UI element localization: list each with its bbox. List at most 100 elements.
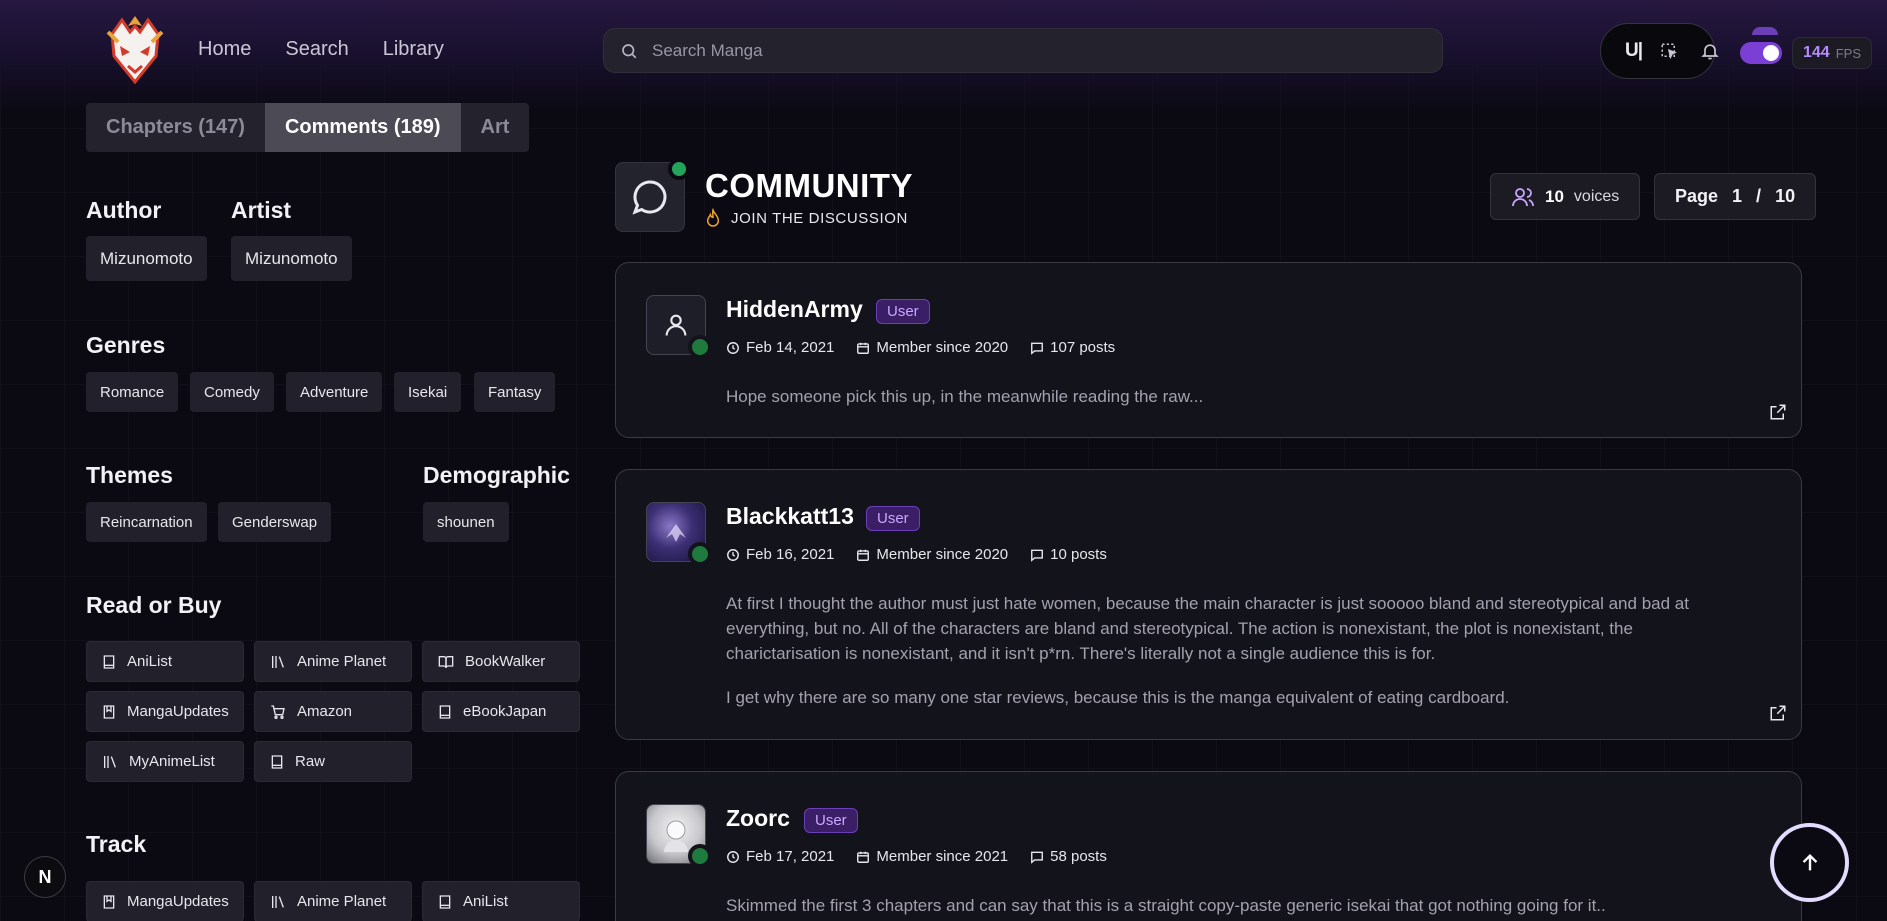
theme-chip[interactable]: Reincarnation <box>86 502 207 542</box>
cart-icon <box>271 704 285 719</box>
book-icon <box>439 704 451 719</box>
link-label: AniList <box>463 893 509 910</box>
clock-icon <box>727 548 739 561</box>
fps-counter: 144 FPS <box>1792 37 1872 69</box>
read-link-ebookjapan[interactable]: eBookJapan <box>422 691 580 732</box>
message-icon <box>1031 851 1044 864</box>
track-heading: Track <box>86 831 147 857</box>
page-total: 10 <box>1775 186 1796 206</box>
artist-heading: Artist <box>231 197 292 223</box>
comment-text: I get why there are so many one star rev… <box>726 688 1510 707</box>
open-book-icon <box>438 655 454 668</box>
user-icon <box>665 314 687 336</box>
arrow-up-icon <box>1802 853 1817 870</box>
external-link-icon[interactable] <box>1769 403 1787 421</box>
link-label: Anime Planet <box>297 653 387 670</box>
voices-label: voices <box>1573 187 1620 205</box>
search-bar[interactable] <box>603 28 1443 73</box>
genres-heading: Genres <box>86 332 166 358</box>
author-heading: Author <box>86 197 162 223</box>
search-input[interactable] <box>652 40 1412 61</box>
external-link-icon[interactable] <box>1769 704 1787 722</box>
demographic-chip[interactable]: shounen <box>423 502 509 542</box>
member-since-text: Member since 2020 <box>876 546 1009 563</box>
dev-tools-pill: U| <box>1600 23 1715 79</box>
theme-toggle[interactable] <box>1740 42 1782 64</box>
nav-library[interactable]: Library <box>383 38 444 61</box>
select-area-icon[interactable] <box>1660 42 1678 60</box>
page-separator: / <box>1756 186 1762 206</box>
demographic-heading: Demographic <box>423 462 570 488</box>
book-icon <box>103 654 115 669</box>
community-subtitle-text: JOIN THE DISCUSSION <box>731 209 908 227</box>
bookmark-book-icon <box>103 704 115 719</box>
genre-chip[interactable]: Comedy <box>190 372 274 412</box>
nav-home[interactable]: Home <box>198 38 251 61</box>
comment-username[interactable]: HiddenArmy <box>726 296 863 323</box>
bell-icon[interactable] <box>1700 40 1720 62</box>
calendar-icon <box>857 851 870 863</box>
post-count: 58 posts <box>1030 848 1107 865</box>
scroll-to-top-button[interactable] <box>1770 823 1849 902</box>
read-link-anime-planet[interactable]: Anime Planet <box>254 641 412 682</box>
comment-username[interactable]: Zoorc <box>726 805 790 832</box>
track-link-mangaupdates[interactable]: MangaUpdates <box>86 881 244 921</box>
post-count-text: 58 posts <box>1050 848 1107 865</box>
comment-card: Zoorc User Feb 17, 2021 Member since 202… <box>615 771 1802 921</box>
content-tabs: Chapters (147) Comments (189) Art <box>86 103 530 152</box>
comment-text: At first I thought the author must just … <box>726 594 1689 663</box>
member-since-text: Member since 2020 <box>876 339 1009 356</box>
read-link-raw[interactable]: Raw <box>254 741 412 782</box>
site-logo-icon[interactable] <box>98 12 172 86</box>
book-icon <box>439 894 451 909</box>
ui-tool-button[interactable]: U| <box>1625 40 1643 62</box>
link-label: MyAnimeList <box>129 753 215 770</box>
link-label: MangaUpdates <box>127 703 229 720</box>
book-icon <box>271 754 283 769</box>
read-link-bookwalker[interactable]: BookWalker <box>422 641 580 682</box>
genre-chip[interactable]: Isekai <box>394 372 462 412</box>
genre-chip[interactable]: Adventure <box>286 372 383 412</box>
artist-chip[interactable]: Mizunomoto <box>231 236 352 281</box>
genre-chip[interactable]: Romance <box>86 372 179 412</box>
genre-chip[interactable]: Fantasy <box>474 372 556 412</box>
comment-date: Feb 17, 2021 <box>726 848 834 865</box>
comment-meta: Feb 17, 2021 Member since 2021 58 posts <box>726 848 1107 865</box>
link-label: eBookJapan <box>463 703 547 720</box>
library-icon <box>272 895 284 908</box>
link-label: Raw <box>295 753 326 770</box>
track-link-anilist[interactable]: AniList <box>422 881 580 921</box>
tab-chapters[interactable]: Chapters (147) <box>86 103 265 152</box>
main-nav: Home Search Library <box>198 38 444 61</box>
page-indicator[interactable]: Page 1 / 10 <box>1654 173 1817 220</box>
post-count: 10 posts <box>1030 546 1107 563</box>
link-label: BookWalker <box>465 653 546 670</box>
themes-heading: Themes <box>86 462 173 488</box>
theme-chip[interactable]: Genderswap <box>218 502 332 542</box>
comment-username[interactable]: Blackkatt13 <box>726 503 854 530</box>
voices-count: 10 <box>1545 186 1564 206</box>
nav-search[interactable]: Search <box>285 38 348 61</box>
link-label: Anime Planet <box>297 893 387 910</box>
read-link-amazon[interactable]: Amazon <box>254 691 412 732</box>
comment-text: Skimmed the first 3 chapters and can say… <box>726 896 1606 915</box>
library-icon <box>272 655 284 668</box>
read-link-mangaupdates[interactable]: MangaUpdates <box>86 691 244 732</box>
author-chip[interactable]: Mizunomoto <box>86 236 207 281</box>
tab-comments[interactable]: Comments (189) <box>264 103 461 152</box>
comment-card: Blackkatt13 User Feb 16, 2021 Member sin… <box>615 469 1802 740</box>
role-badge: User <box>804 808 858 833</box>
calendar-icon <box>857 342 870 354</box>
track-link-anime-planet[interactable]: Anime Planet <box>254 881 412 921</box>
page-label: Page <box>1675 186 1719 206</box>
fps-label: FPS <box>1835 45 1861 61</box>
online-indicator <box>688 335 712 359</box>
nextjs-dev-badge[interactable]: N <box>24 856 66 898</box>
tab-art[interactable]: Art <box>461 103 530 152</box>
page-current: 1 <box>1732 186 1743 206</box>
read-link-anilist[interactable]: AniList <box>86 641 244 682</box>
user-avatar[interactable] <box>1752 27 1778 35</box>
read-link-myanimelist[interactable]: MyAnimeList <box>86 741 244 782</box>
link-label: MangaUpdates <box>127 893 229 910</box>
role-badge: User <box>866 506 920 531</box>
